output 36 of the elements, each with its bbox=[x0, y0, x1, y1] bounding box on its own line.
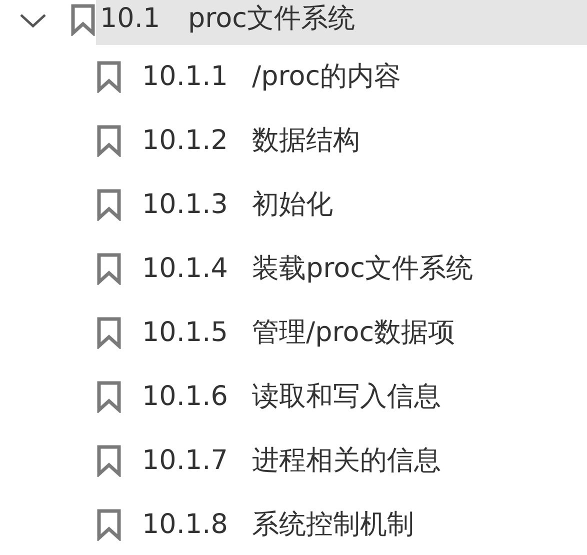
section-title: 读取和写入信息 bbox=[252, 380, 441, 414]
tree-item[interactable]: 10.1.5 管理/proc数据项 bbox=[138, 301, 587, 365]
bookmark-icon bbox=[96, 317, 122, 349]
bookmark-icon bbox=[96, 445, 122, 477]
section-number: 10.1.2 bbox=[142, 124, 229, 158]
bookmark-icon bbox=[96, 253, 122, 285]
section-number: 10.1.8 bbox=[142, 508, 229, 542]
tree-item[interactable]: 10.1.1 /proc的内容 bbox=[138, 45, 587, 109]
section-title: 装载proc文件系统 bbox=[252, 252, 474, 286]
section-title: 管理/proc数据项 bbox=[252, 316, 456, 350]
section-number: 10.1.7 bbox=[142, 444, 229, 478]
bookmark-icon bbox=[96, 509, 122, 541]
tree-item[interactable]: 10.1.4 装载proc文件系统 bbox=[138, 237, 587, 301]
bookmark-icon bbox=[96, 189, 122, 221]
section-number: 10.1.1 bbox=[142, 60, 229, 94]
tree-item[interactable]: 10.1.7 进程相关的信息 bbox=[138, 429, 587, 493]
section-number: 10.1.5 bbox=[142, 316, 229, 350]
section-title: 数据结构 bbox=[252, 124, 360, 158]
section-number: 10.1.3 bbox=[142, 188, 229, 222]
section-title: 系统控制机制 bbox=[252, 508, 414, 542]
section-number: 10.1 bbox=[100, 2, 162, 36]
bookmark-icon bbox=[96, 381, 122, 413]
tree-item[interactable]: 10.1.8 系统控制机制 bbox=[138, 493, 587, 555]
bookmark-icon bbox=[96, 61, 122, 93]
bookmark-icon bbox=[70, 4, 96, 36]
tree-item[interactable]: 10.1.6 读取和写入信息 bbox=[138, 365, 587, 429]
bookmark-icon bbox=[96, 125, 122, 157]
tree-item[interactable]: 10.1 proc文件系统 bbox=[96, 0, 587, 45]
section-title: 初始化 bbox=[252, 188, 333, 222]
section-number: 10.1.4 bbox=[142, 252, 229, 286]
tree-item[interactable]: 10.1.3 初始化 bbox=[138, 173, 587, 237]
section-title: proc文件系统 bbox=[188, 2, 356, 36]
section-title: /proc的内容 bbox=[252, 60, 402, 94]
tree-item[interactable]: 10.1.2 数据结构 bbox=[138, 109, 587, 173]
section-title: 进程相关的信息 bbox=[252, 444, 441, 478]
section-number: 10.1.6 bbox=[142, 380, 229, 414]
